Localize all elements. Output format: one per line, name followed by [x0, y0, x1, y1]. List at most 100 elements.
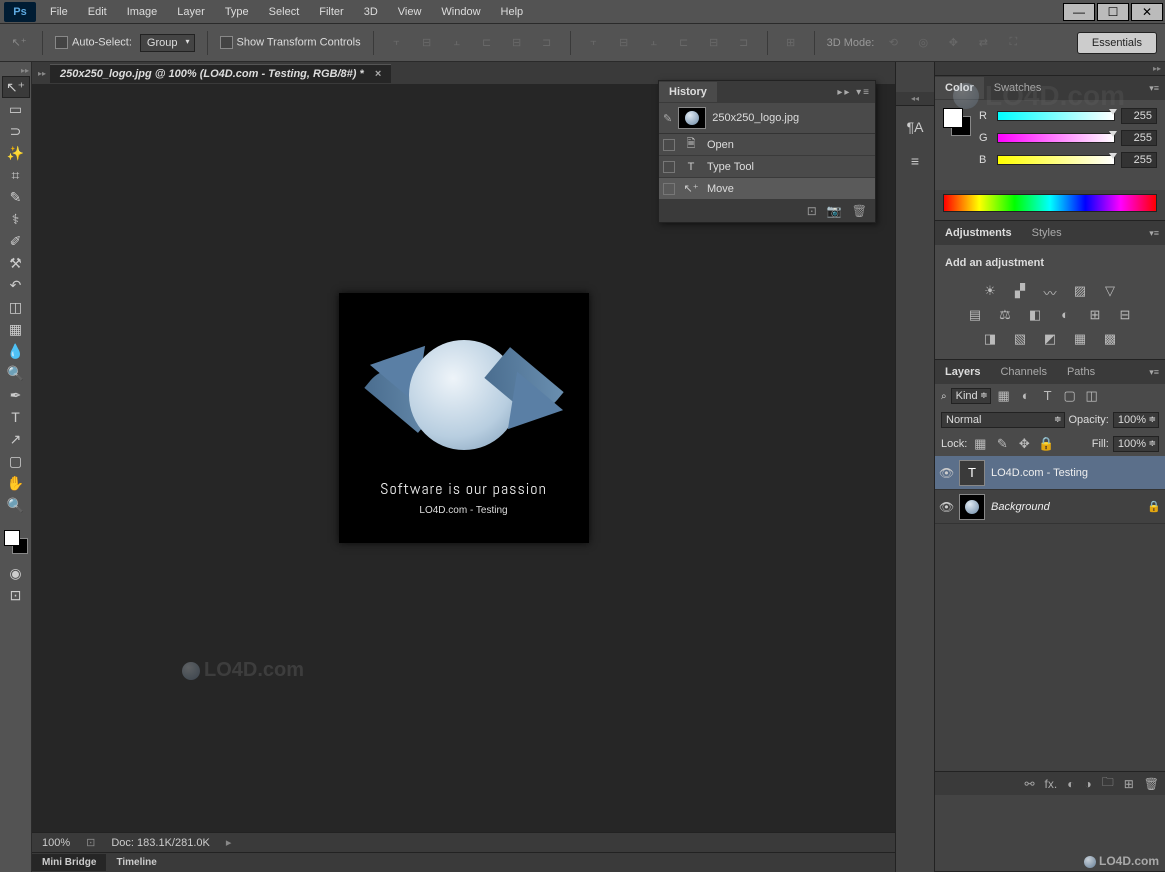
tab-styles[interactable]: Styles	[1022, 222, 1072, 244]
tab-adjustments[interactable]: Adjustments	[935, 222, 1022, 244]
opacity-value[interactable]: 100%	[1113, 412, 1159, 428]
tab-mini-bridge[interactable]: Mini Bridge	[32, 854, 106, 871]
healing-brush-tool[interactable]: ⚕	[2, 208, 30, 230]
show-transform-checkbox[interactable]: Show Transform Controls	[220, 36, 361, 49]
auto-select-dropdown[interactable]: Group	[140, 34, 195, 52]
new-doc-from-state-icon[interactable]: ⊡	[807, 204, 817, 218]
foreground-color[interactable]	[4, 530, 20, 546]
dock-character-icon[interactable]: ¶A	[902, 114, 928, 140]
lock-all-icon[interactable]: 🔒	[1037, 436, 1055, 452]
r-slider[interactable]	[997, 111, 1115, 121]
b-slider[interactable]	[997, 155, 1115, 165]
history-check[interactable]	[663, 139, 675, 151]
b-value[interactable]: 255	[1121, 152, 1157, 168]
color-swatch[interactable]	[4, 530, 28, 554]
layer-fx-icon[interactable]: fx.	[1045, 777, 1058, 791]
history-snapshot[interactable]: ✎ 250x250_logo.jpg	[659, 103, 875, 134]
history-item[interactable]: 🗎 Open	[659, 134, 875, 156]
gradient-tool[interactable]: ▦	[2, 318, 30, 340]
status-preview-icon[interactable]: ⊡	[86, 836, 95, 849]
tab-history[interactable]: History	[659, 82, 717, 102]
delete-layer-icon[interactable]: 🗑	[1144, 777, 1159, 791]
auto-align-icon[interactable]: ⊞	[780, 32, 802, 54]
magic-wand-tool[interactable]: ✨	[2, 142, 30, 164]
tab-layers[interactable]: Layers	[935, 361, 990, 383]
3d-slide-icon[interactable]: ⇄	[972, 32, 994, 54]
r-value[interactable]: 255	[1121, 108, 1157, 124]
fill-value[interactable]: 100%	[1113, 436, 1159, 452]
shape-tool[interactable]: ▢	[2, 450, 30, 472]
menu-help[interactable]: Help	[491, 2, 534, 22]
align-bottom-icon[interactable]: ⫠	[446, 32, 468, 54]
quick-mask-tool[interactable]: ◉	[2, 562, 30, 584]
link-layers-icon[interactable]: ⚯	[1024, 777, 1034, 791]
align-right-icon[interactable]: ⊐	[536, 32, 558, 54]
curves-icon[interactable]: 〰	[1041, 283, 1059, 299]
lock-image-icon[interactable]: ✎	[993, 436, 1011, 452]
color-panel-menu-icon[interactable]: ▾≡	[1143, 83, 1165, 94]
visibility-icon[interactable]: 👁	[939, 500, 953, 514]
layer-thumbnail[interactable]	[959, 494, 985, 520]
filter-kind-dropdown[interactable]: Kind	[951, 388, 991, 404]
type-tool[interactable]: T	[2, 406, 30, 428]
filter-smart-icon[interactable]: ◫	[1083, 388, 1101, 404]
lock-position-icon[interactable]: ✥	[1015, 436, 1033, 452]
distribute-hcenter-icon[interactable]: ⊟	[703, 32, 725, 54]
new-snapshot-icon[interactable]: 📷	[827, 204, 842, 218]
align-hcenter-icon[interactable]: ⊟	[506, 32, 528, 54]
filter-adjust-icon[interactable]: ◐	[1017, 388, 1035, 404]
layer-row[interactable]: 👁 Background 🔒	[935, 490, 1165, 524]
toolbar-collapse-icon[interactable]: ▸▸	[0, 66, 31, 76]
crop-tool[interactable]: ⌗	[2, 164, 30, 186]
zoom-tool[interactable]: 🔍	[2, 494, 30, 516]
tab-timeline[interactable]: Timeline	[106, 854, 166, 871]
g-slider[interactable]	[997, 133, 1115, 143]
channel-mixer-icon[interactable]: ⊞	[1086, 307, 1104, 323]
move-tool[interactable]: ↖⁺	[2, 76, 30, 98]
layer-name[interactable]: LO4D.com - Testing	[991, 467, 1161, 479]
color-spectrum[interactable]	[943, 194, 1157, 212]
vibrance-icon[interactable]: ▽	[1101, 283, 1119, 299]
invert-icon[interactable]: ◨	[981, 331, 999, 347]
dock-paragraph-icon[interactable]: ≡	[902, 148, 928, 174]
bw-icon[interactable]: ◧	[1026, 307, 1044, 323]
selective-color-icon[interactable]: ▩	[1101, 331, 1119, 347]
g-value[interactable]: 255	[1121, 130, 1157, 146]
history-item[interactable]: ↖⁺ Move	[659, 178, 875, 200]
delete-state-icon[interactable]: 🗑	[852, 204, 867, 218]
align-top-icon[interactable]: ⫟	[386, 32, 408, 54]
auto-select-checkbox[interactable]: Auto-Select:	[55, 36, 132, 49]
3d-scale-icon[interactable]: ⛶	[1002, 32, 1024, 54]
panel-color-swatch[interactable]	[943, 108, 971, 136]
layer-name[interactable]: Background	[991, 501, 1141, 513]
distribute-bottom-icon[interactable]: ⫠	[643, 32, 665, 54]
panels-collapse-icon[interactable]: ▸▸	[1153, 64, 1161, 73]
distribute-left-icon[interactable]: ⊏	[673, 32, 695, 54]
snapshot-brush-icon[interactable]: ✎	[663, 112, 672, 125]
history-collapse-icon[interactable]: ▸▸	[837, 87, 851, 98]
distribute-top-icon[interactable]: ⫟	[583, 32, 605, 54]
maximize-button[interactable]: ☐	[1097, 3, 1129, 21]
menu-type[interactable]: Type	[215, 2, 259, 22]
distribute-vcenter-icon[interactable]: ⊟	[613, 32, 635, 54]
hue-sat-icon[interactable]: ▤	[966, 307, 984, 323]
visibility-icon[interactable]: 👁	[939, 466, 953, 480]
posterize-icon[interactable]: ▧	[1011, 331, 1029, 347]
marquee-tool[interactable]: ▭	[2, 98, 30, 120]
move-tool-icon[interactable]: ↖⁺	[8, 32, 30, 54]
workspace-switcher[interactable]: Essentials	[1077, 32, 1157, 54]
align-vcenter-icon[interactable]: ⊟	[416, 32, 438, 54]
menu-select[interactable]: Select	[259, 2, 310, 22]
filter-type-icon[interactable]: T	[1039, 388, 1057, 404]
tab-paths[interactable]: Paths	[1057, 361, 1105, 383]
filter-shape-icon[interactable]: ▢	[1061, 388, 1079, 404]
3d-rotate-icon[interactable]: ⟲	[882, 32, 904, 54]
status-arrow-icon[interactable]: ▸	[226, 836, 232, 849]
color-lookup-icon[interactable]: ⊟	[1116, 307, 1134, 323]
menu-layer[interactable]: Layer	[167, 2, 215, 22]
eraser-tool[interactable]: ◫	[2, 296, 30, 318]
new-layer-icon[interactable]: ⊞	[1124, 777, 1134, 791]
adjustments-panel-menu-icon[interactable]: ▾≡	[1143, 228, 1165, 239]
tab-collapse-icon[interactable]: ▸▸	[38, 69, 50, 78]
lock-transparent-icon[interactable]: ▦	[971, 436, 989, 452]
